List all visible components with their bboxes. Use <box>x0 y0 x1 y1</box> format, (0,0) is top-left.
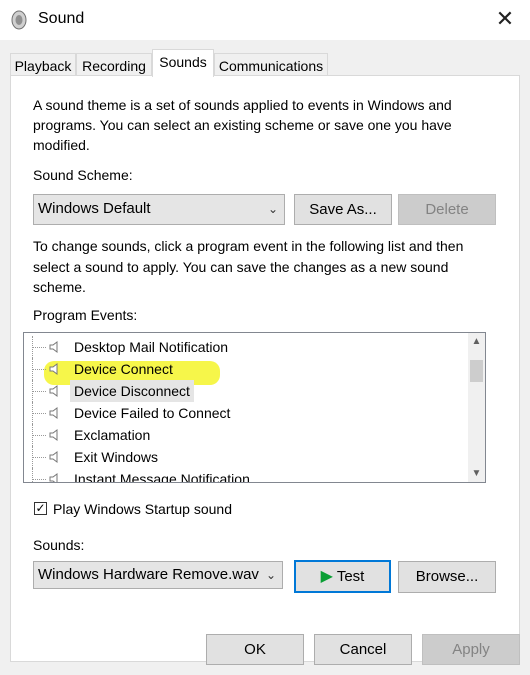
speaker-icon <box>49 451 58 463</box>
speaker-icon <box>49 407 58 419</box>
vertical-scrollbar[interactable]: ▲ ▼ <box>468 333 485 482</box>
sound-scheme-label: Sound Scheme: <box>33 167 133 183</box>
scroll-thumb[interactable] <box>470 360 483 382</box>
intro-text-line-3: modified. <box>33 137 90 153</box>
speaker-icon <box>49 473 58 482</box>
speaker-icon <box>49 429 58 441</box>
tab-sounds[interactable]: Sounds <box>152 49 214 77</box>
program-events-list[interactable]: Desktop Mail Notification Device Connect… <box>23 332 486 483</box>
event-label: Desktop Mail Notification <box>74 339 229 355</box>
list-item[interactable]: Desktop Mail Notification <box>24 336 464 358</box>
speaker-icon <box>49 385 58 397</box>
event-label: Instant Message Notification <box>74 471 250 483</box>
browse-button[interactable]: Browse... <box>398 561 496 593</box>
event-label: Exclamation <box>74 427 151 443</box>
event-label: Exit Windows <box>74 449 159 465</box>
tab-recording[interactable]: Recording <box>76 53 152 77</box>
ok-button[interactable]: OK <box>206 634 304 665</box>
chevron-down-icon: ⌄ <box>267 202 278 216</box>
intro-text-line-1: A sound theme is a set of sounds applied… <box>33 97 452 113</box>
delete-button[interactable]: Delete <box>398 194 496 225</box>
list-item-selected[interactable]: Device Disconnect <box>24 380 464 402</box>
sounds-value: Windows Hardware Remove.wav <box>38 566 259 583</box>
speaker-icon <box>49 341 58 353</box>
intro-text-line-2: programs. You can select an existing sch… <box>33 117 452 133</box>
sounds-label: Sounds: <box>33 537 85 553</box>
change-text-line-1: To change sounds, click a program event … <box>33 238 464 254</box>
apply-button[interactable]: Apply <box>422 634 520 665</box>
chevron-down-icon: ⌄ <box>265 568 276 582</box>
list-item[interactable]: Exclamation <box>24 424 464 446</box>
dialog-client: Playback Recording Sounds Communications… <box>0 40 530 675</box>
change-text-line-3: scheme. <box>33 279 86 295</box>
sound-icon <box>11 10 27 30</box>
tab-playback[interactable]: Playback <box>10 53 76 77</box>
play-icon: ▶ <box>320 568 333 585</box>
list-item[interactable]: Exit Windows <box>24 446 464 468</box>
startup-sound-checkbox[interactable]: ✓ <box>34 502 47 515</box>
test-label: Test <box>336 568 365 585</box>
test-button[interactable]: ▶ Test <box>294 560 391 593</box>
list-item[interactable]: Device Failed to Connect <box>24 402 464 424</box>
list-item[interactable]: Device Connect <box>24 358 464 380</box>
event-label: Device Failed to Connect <box>74 405 231 421</box>
close-icon[interactable]: ✕ <box>490 4 520 34</box>
list-item[interactable]: Instant Message Notification <box>24 468 464 483</box>
sound-scheme-value: Windows Default <box>38 200 151 217</box>
speaker-icon <box>49 363 58 375</box>
cancel-button[interactable]: Cancel <box>314 634 412 665</box>
save-as-button[interactable]: Save As... <box>294 194 392 225</box>
startup-sound-label: Play Windows Startup sound <box>53 501 232 517</box>
program-events-label: Program Events: <box>33 307 138 323</box>
title-bar: Sound ✕ <box>0 0 530 40</box>
sound-scheme-select[interactable]: Windows Default ⌄ <box>33 194 285 225</box>
event-label: Device Disconnect <box>70 380 194 402</box>
scroll-up-icon[interactable]: ▲ <box>468 333 485 350</box>
window-title: Sound <box>38 10 85 27</box>
event-label: Device Connect <box>74 361 173 377</box>
change-text-line-2: select a sound to apply. You can save th… <box>33 259 449 275</box>
sounds-select[interactable]: Windows Hardware Remove.wav ⌄ <box>33 561 283 589</box>
tab-communications[interactable]: Communications <box>214 53 328 77</box>
scroll-down-icon[interactable]: ▼ <box>468 465 485 482</box>
